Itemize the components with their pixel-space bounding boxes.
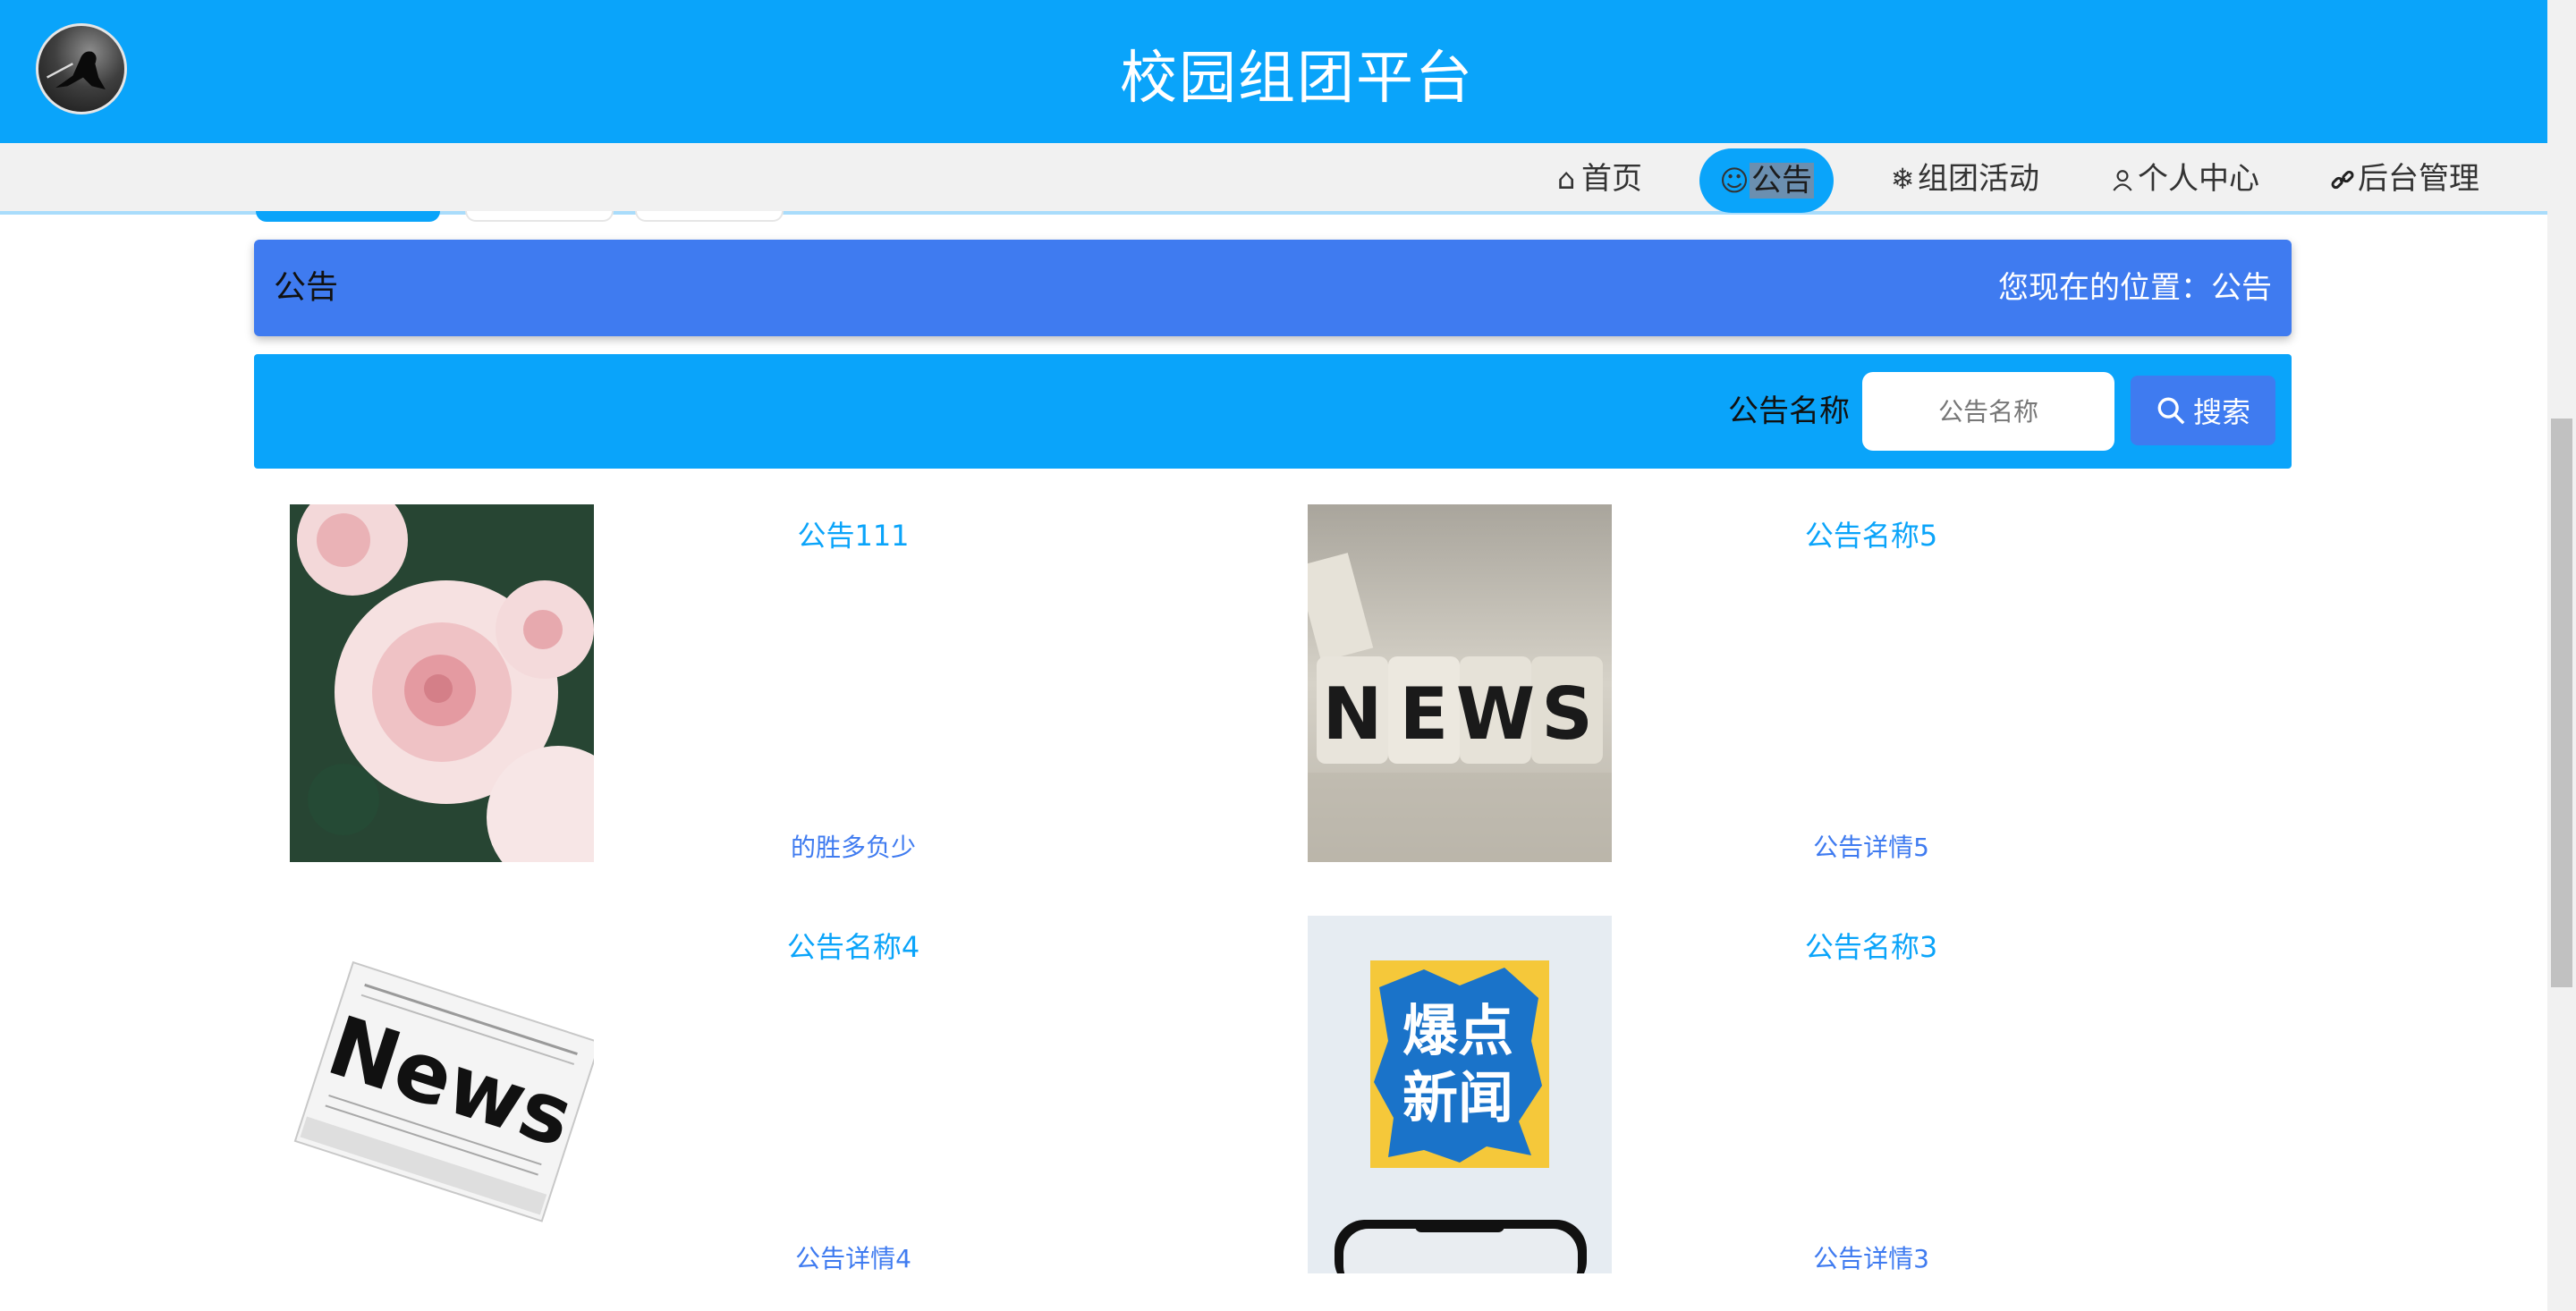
notice-title[interactable]: 公告名称5: [1648, 513, 2095, 554]
notice-card[interactable]: N E W S 公告名称5 公告详情5: [1272, 504, 2292, 862]
svg-text:爆点: 爆点: [1402, 998, 1513, 1063]
newspaper-image: News: [290, 916, 594, 1273]
snowflake-icon: ❄: [1890, 162, 1915, 196]
nav-label-group-activity: 组团活动: [1918, 161, 2039, 197]
nav-item-admin[interactable]: 后台管理: [2327, 143, 2479, 215]
breadcrumb: 您现在的位置：公告: [1998, 240, 2272, 336]
main-nav: ⌂ 首页 ☺公告 ❄ 组团活动 个人中心 后台管理: [0, 143, 2547, 215]
link-icon: [2327, 143, 2358, 215]
notice-image[interactable]: 爆点 新闻: [1308, 916, 1612, 1273]
nav-label-admin: 后台管理: [2358, 161, 2479, 197]
search-label: 公告名称: [1728, 393, 1850, 429]
nav-item-notice[interactable]: ☺公告: [1699, 148, 1834, 213]
notice-desc: 公告详情3: [1813, 1244, 1929, 1273]
hidden-tab[interactable]: [635, 211, 784, 222]
breadcrumb-current[interactable]: 公告: [2211, 270, 2272, 306]
notice-title[interactable]: 公告名称4: [630, 925, 1077, 966]
breadcrumb-label: 您现在的位置：: [1998, 270, 2211, 306]
hidden-tab[interactable]: [465, 211, 614, 222]
search-button[interactable]: 搜索: [2131, 376, 2275, 445]
breaking-news-image: 爆点 新闻: [1308, 916, 1612, 1273]
nav-item-personal-center[interactable]: 个人中心: [2107, 143, 2259, 215]
notice-desc: 公告详情5: [1813, 833, 1929, 862]
notice-desc: 公告详情4: [795, 1244, 911, 1273]
notice-image[interactable]: [290, 504, 594, 862]
notice-image[interactable]: N E W S: [1308, 504, 1612, 862]
svg-text:新闻: 新闻: [1402, 1065, 1513, 1130]
news-blocks-image: N E W S: [1308, 504, 1612, 862]
nav-label-personal-center: 个人中心: [2138, 161, 2259, 197]
notice-card[interactable]: 公告111 的胜多负少: [254, 504, 1274, 862]
svg-text:W: W: [1456, 672, 1535, 756]
svg-text:N: N: [1323, 672, 1383, 756]
notice-image[interactable]: News: [290, 916, 594, 1273]
breadcrumb-bar: 公告 您现在的位置：公告: [254, 240, 2292, 336]
nav-item-group-activity[interactable]: ❄ 组团活动: [1887, 143, 2039, 215]
hidden-tab[interactable]: [256, 211, 440, 222]
notice-title[interactable]: 公告111: [630, 513, 1077, 554]
search-input[interactable]: [1862, 372, 2114, 451]
notice-desc: 的胜多负少: [790, 833, 916, 862]
page-title: 公告: [274, 269, 339, 306]
header-bar: 校园组团平台: [0, 0, 2547, 143]
svg-text:S: S: [1541, 672, 1593, 756]
nav-item-home[interactable]: ⌂ 首页: [1551, 143, 1642, 215]
nav-label-home: 首页: [1581, 161, 1642, 197]
notice-card[interactable]: News 公告名称4 公告详情4: [254, 916, 1274, 1273]
user-icon: [2107, 143, 2138, 215]
home-icon: ⌂: [1556, 162, 1576, 196]
notice-title[interactable]: 公告名称3: [1648, 925, 2095, 966]
smile-icon: ☺: [1719, 164, 1750, 198]
search-bar: 公告名称 搜索: [254, 354, 2292, 469]
nav-label-notice: 公告: [1750, 163, 1814, 199]
pink-roses-image: [290, 504, 594, 862]
search-icon: [2157, 397, 2185, 425]
svg-text:E: E: [1400, 672, 1449, 756]
site-title: 校园组团平台: [1120, 46, 1474, 112]
search-button-label: 搜索: [2192, 395, 2250, 429]
page-scrollbar[interactable]: [2547, 0, 2576, 1311]
notice-card[interactable]: 爆点 新闻 公告名称3 公告详情3: [1272, 916, 2292, 1273]
scrollbar-thumb[interactable]: [2551, 419, 2572, 987]
